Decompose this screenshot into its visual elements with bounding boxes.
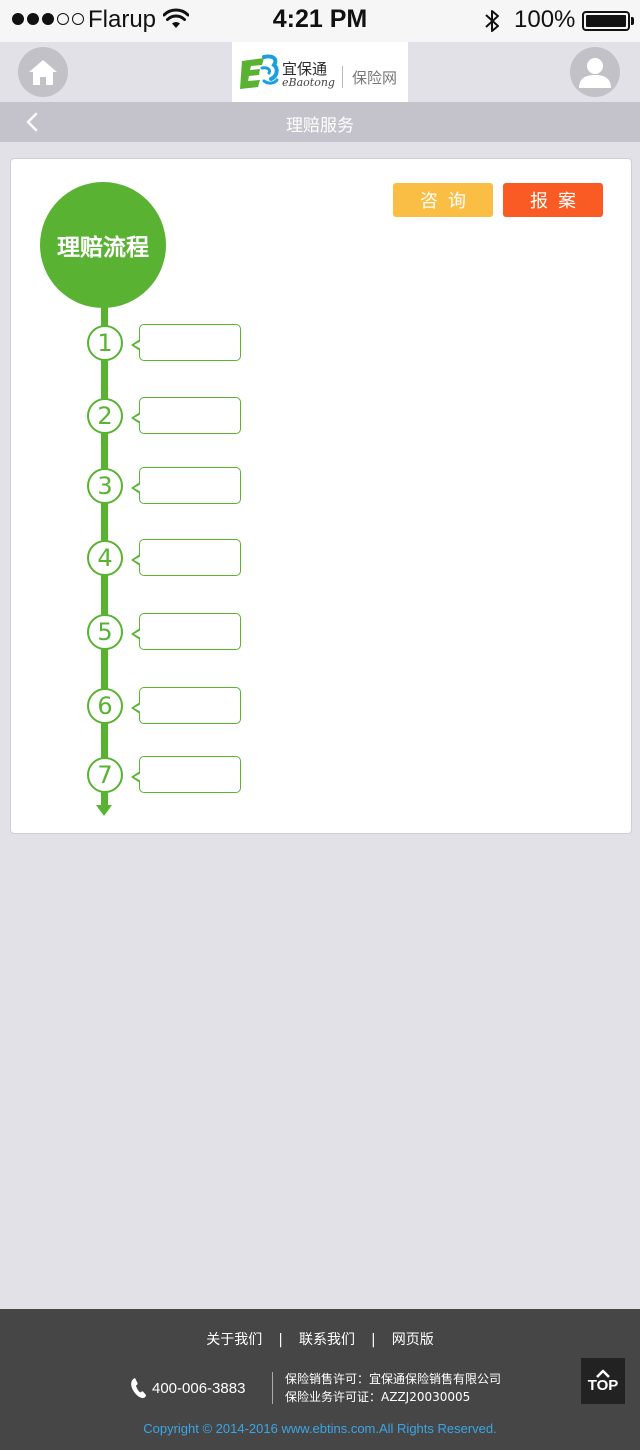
battery-cap <box>631 17 634 25</box>
nav-bar: 理赔服务 <box>0 102 640 142</box>
home-button[interactable] <box>18 47 68 97</box>
user-icon <box>579 58 611 88</box>
process-step[interactable]: 4 <box>85 539 245 577</box>
home-icon <box>29 60 57 85</box>
footer-divider <box>272 1372 273 1404</box>
claims-process-card: 咨询 报案 理赔流程 1 2 3 4 5 6 7 <box>10 158 632 834</box>
page-footer: 关于我们 | 联系我们 | 网页版 400-006-3883 保险销售许可：宜保通保险销… <box>0 1309 640 1450</box>
license-line-1: 保险销售许可：宜保通保险销售有限公司 <box>285 1372 502 1386</box>
top-label: TOP <box>587 1376 619 1394</box>
license-info: 保险销售许可：宜保通保险销售有限公司 保险业务许可证：AZZJ20030005 <box>285 1370 501 1406</box>
footer-links: 关于我们 | 联系我们 | 网页版 <box>0 1329 640 1349</box>
logo-divider <box>342 66 343 88</box>
phone-number: 400-006-3883 <box>152 1379 246 1397</box>
report-claim-button[interactable]: 报案 <box>503 183 603 217</box>
step-number: 5 <box>87 614 123 650</box>
process-step[interactable]: 1 <box>85 324 245 362</box>
copyright-text[interactable]: Copyright © 2014-2016 www.ebtins.com.All… <box>0 1421 640 1436</box>
step-number: 1 <box>87 325 123 361</box>
battery-icon <box>582 11 630 31</box>
brand-logo[interactable]: 宜保通 eBaotong 保险网 <box>232 42 408 102</box>
phone-icon <box>131 1378 146 1399</box>
process-step[interactable]: 7 <box>85 756 245 794</box>
user-button[interactable] <box>570 47 620 97</box>
step-number: 3 <box>87 468 123 504</box>
footer-link-about[interactable]: 关于我们 <box>206 1329 262 1349</box>
step-bubble[interactable] <box>131 397 241 434</box>
process-step[interactable]: 3 <box>85 467 245 505</box>
hotline[interactable]: 400-006-3883 <box>130 1377 245 1399</box>
battery-percent: 100% <box>514 6 576 33</box>
footer-link-contact[interactable]: 联系我们 <box>299 1329 355 1349</box>
step-bubble[interactable] <box>131 756 241 793</box>
timeline-arrow-icon <box>96 805 112 816</box>
step-number: 4 <box>87 540 123 576</box>
battery-level-fill <box>586 15 626 27</box>
status-bar: Flarup 4:21 PM 100% <box>0 0 640 42</box>
app-header: 宜保通 eBaotong 保险网 <box>0 42 640 102</box>
page-title: 理赔服务 <box>286 116 354 136</box>
process-step[interactable]: 6 <box>85 687 245 725</box>
footer-link-web[interactable]: 网页版 <box>392 1329 434 1349</box>
license-line-2: 保险业务许可证：AZZJ20030005 <box>285 1390 471 1404</box>
step-bubble[interactable] <box>131 467 241 504</box>
process-step[interactable]: 2 <box>85 397 245 435</box>
footer-link-separator: | <box>371 1332 376 1348</box>
step-bubble[interactable] <box>131 324 241 361</box>
step-bubble[interactable] <box>131 613 241 650</box>
process-step[interactable]: 5 <box>85 613 245 651</box>
footer-link-separator: | <box>278 1332 283 1348</box>
step-number: 7 <box>87 757 123 793</box>
step-bubble[interactable] <box>131 687 241 724</box>
step-number: 2 <box>87 398 123 434</box>
step-number: 6 <box>87 688 123 724</box>
process-title-badge: 理赔流程 <box>40 182 166 308</box>
logo-site-label: 保险网 <box>352 69 398 87</box>
logo-english-text: eBaotong <box>282 76 335 89</box>
step-bubble[interactable] <box>131 539 241 576</box>
bluetooth-icon <box>483 8 501 39</box>
ebaotong-logo-icon <box>240 54 279 89</box>
back-to-top-button[interactable]: TOP <box>581 1358 625 1404</box>
consult-button[interactable]: 咨询 <box>393 183 493 217</box>
